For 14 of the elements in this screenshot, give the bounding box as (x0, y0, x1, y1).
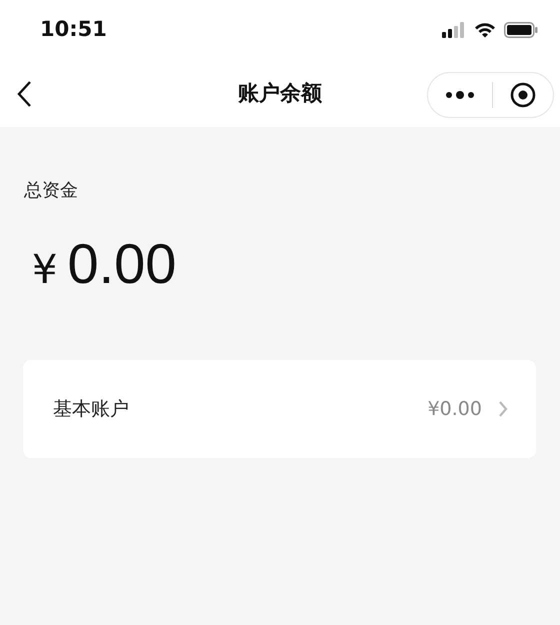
wifi-icon (474, 22, 496, 38)
battery-icon (504, 22, 538, 38)
account-balance: ¥0.00 (428, 396, 482, 422)
back-icon[interactable] (16, 80, 34, 108)
signal-icon (442, 22, 466, 38)
total-amount: 0.00 (67, 231, 176, 297)
page-title: 账户余额 (238, 80, 322, 107)
chevron-icon (498, 400, 508, 418)
more-icon[interactable] (445, 91, 475, 99)
account-row[interactable]: 基本账户 ¥0.00 (23, 360, 536, 458)
total-label: 总资金 (23, 179, 79, 203)
currency-symbol: ¥ (32, 246, 58, 295)
account-name: 基本账户 (53, 396, 129, 422)
status-time: 10:51 (40, 16, 107, 44)
